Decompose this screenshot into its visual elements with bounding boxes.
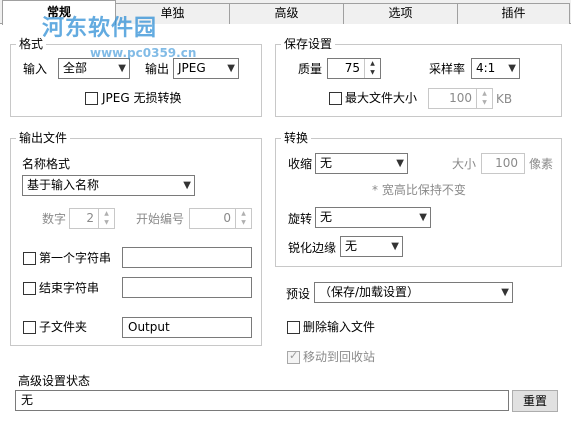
end-string-input[interactable] [122,277,252,298]
digits-value: 2 [86,211,94,225]
save-settings-group [275,44,562,117]
digits-spinner[interactable]: 2 ▲ ▼ [69,208,115,229]
tab-plugins[interactable]: 插件 [457,3,570,24]
advanced-status-label: 高级设置状态 [18,374,91,388]
delete-input-checkbox[interactable] [287,321,300,334]
preset-label: 预设 [286,287,311,301]
convert-group-title: 转换 [281,131,312,145]
preset-value: （保存/加载设置） [319,285,420,299]
arrow-up-icon: ▲ [370,60,375,67]
start-number-value: 0 [223,211,231,225]
size-label: 大小 [452,157,477,171]
save-settings-title: 保存设置 [281,37,336,51]
aspect-ratio-note: * 宽高比保持不变 [372,183,466,197]
name-format-select[interactable]: 基于输入名称 ▼ [22,175,195,196]
first-string-input[interactable] [122,247,252,268]
sampling-value: 4:1 [476,61,496,75]
chevron-down-icon: ▼ [227,63,235,74]
arrow-up-icon: ▲ [104,210,109,217]
max-filesize-spinner[interactable]: 100 ▲ ▼ [428,88,493,109]
sampling-label: 采样率 [429,62,466,76]
spinner-buttons[interactable]: ▲ ▼ [364,59,380,78]
name-format-label: 名称格式 [22,157,71,171]
chevron-down-icon: ▼ [419,212,427,223]
name-format-value: 基于输入名称 [27,178,100,192]
advanced-status-field: 无 [15,390,509,411]
chevron-down-icon: ▼ [508,63,516,74]
input-format-value: 全部 [63,61,88,75]
quality-label: 质量 [298,62,323,76]
size-unit: 像素 [529,157,554,171]
input-format-select[interactable]: 全部 ▼ [58,58,130,79]
watermark-logo: 河东软件园 [42,16,158,41]
arrow-down-icon: ▼ [370,69,375,76]
quality-value: 75 [344,61,360,75]
subfolder-label: 子文件夹 [39,320,88,334]
arrow-up-icon: ▲ [482,90,487,97]
spinner-buttons[interactable]: ▲ ▼ [476,89,492,108]
end-string-checkbox[interactable] [23,282,36,295]
watermark-url: www.pc0359.cn [90,46,197,60]
arrow-down-icon: ▼ [482,99,487,106]
subfolder-input[interactable]: Output [122,317,252,338]
sampling-select[interactable]: 4:1 ▼ [471,58,520,79]
rotate-value: 无 [320,210,333,224]
spinner-buttons[interactable]: ▲ ▼ [98,209,114,228]
quality-spinner[interactable]: 75 ▲ ▼ [327,58,381,79]
arrow-down-icon: ▼ [104,219,109,226]
size-input[interactable]: 100 [481,153,525,174]
shrink-value: 无 [320,156,333,170]
first-string-checkbox[interactable] [23,252,36,265]
output-label: 输出 [145,62,170,76]
subfolder-checkbox[interactable] [23,321,36,334]
input-label: 输入 [23,62,48,76]
delete-input-label: 删除输入文件 [303,320,376,334]
max-filesize-label: 最大文件大小 [345,91,418,105]
shrink-select[interactable]: 无 ▼ [315,153,408,174]
arrow-up-icon: ▲ [241,210,246,217]
max-filesize-value: 100 [449,91,472,105]
start-number-label: 开始编号 [136,212,185,226]
digits-label: 数字 [42,212,67,226]
chevron-down-icon: ▼ [391,241,399,252]
start-number-spinner[interactable]: 0 ▲ ▼ [189,208,252,229]
move-recycle-label: 移动到回收站 [303,350,376,364]
jpeg-lossless-checkbox[interactable] [85,92,98,105]
move-recycle-checkbox[interactable] [287,349,300,364]
end-string-label: 结束字符串 [39,281,100,295]
chevron-down-icon: ▼ [118,63,126,74]
spinner-buttons[interactable]: ▲ ▼ [235,209,251,228]
max-filesize-checkbox[interactable] [329,92,342,105]
sharpen-label: 锐化边缘 [288,241,337,255]
sharpen-select[interactable]: 无 ▼ [340,236,403,257]
tab-advanced[interactable]: 高级 [229,3,344,24]
chevron-down-icon: ▼ [183,180,191,191]
chevron-down-icon: ▼ [501,287,509,298]
reset-button[interactable]: 重置 [512,390,558,412]
output-format-select[interactable]: JPEG ▼ [173,58,239,79]
chevron-down-icon: ▼ [396,158,404,169]
arrow-down-icon: ▼ [241,219,246,226]
rotate-select[interactable]: 无 ▼ [315,207,431,228]
jpeg-lossless-label: JPEG 无损转换 [102,91,182,105]
output-format-value: JPEG [178,61,206,75]
first-string-label: 第一个字符串 [39,251,112,265]
output-file-title: 输出文件 [16,131,71,145]
sharpen-value: 无 [345,239,358,253]
tab-options[interactable]: 选项 [343,3,458,24]
rotate-label: 旋转 [288,212,313,226]
preset-select[interactable]: （保存/加载设置） ▼ [314,282,513,303]
max-filesize-unit: KB [496,92,513,106]
shrink-label: 收缩 [288,157,313,171]
